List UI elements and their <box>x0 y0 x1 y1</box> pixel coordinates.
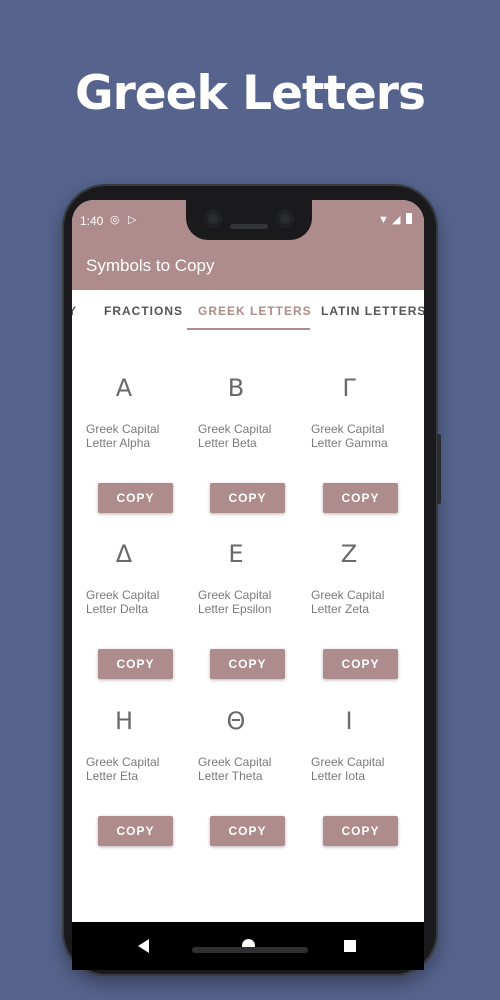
symbol-name-line2: Letter Epsilon <box>198 602 272 616</box>
symbol-glyph: Ζ <box>340 540 358 568</box>
symbol-name: Greek Capital Letter Zeta <box>311 588 411 616</box>
symbol-glyph: Δ <box>115 540 133 568</box>
wifi-icon: ▼ <box>378 214 389 226</box>
symbol-name-line1: Greek Capital <box>86 588 160 602</box>
symbol-glyph: Ι <box>345 707 353 735</box>
phone-power-button <box>437 434 441 504</box>
camera-notch <box>186 200 312 240</box>
symbol-name-line1: Greek Capital <box>311 755 385 769</box>
system-nav-bar <box>72 922 424 970</box>
front-camera-icon <box>204 210 222 228</box>
symbol-name-line1: Greek Capital <box>198 755 272 769</box>
symbol-name-line2: Letter Gamma <box>311 436 388 450</box>
earpiece-speaker <box>230 224 268 229</box>
symbol-card-beta: Β Greek Capital Letter Beta COPY <box>184 334 298 513</box>
symbol-card-delta: Δ Greek Capital Letter Delta COPY <box>72 500 186 679</box>
tab-bar: Y FRACTIONS GREEK LETTERS LATIN LETTERS <box>72 290 424 334</box>
symbol-name: Greek Capital Letter Theta <box>198 755 298 783</box>
symbol-name-line2: Letter Eta <box>86 769 139 783</box>
symbol-name: Greek Capital Letter Epsilon <box>198 588 298 616</box>
recents-icon[interactable] <box>344 940 356 952</box>
tab-previous[interactable]: Y <box>72 304 77 318</box>
symbol-card-epsilon: Ε Greek Capital Letter Epsilon COPY <box>184 500 298 679</box>
front-sensor-icon <box>276 210 294 228</box>
phone-screen: 1:40 ◎ ▷ ▼ ◢ Symbols to Copy Y FRACTIONS… <box>72 200 424 922</box>
symbol-name: Greek Capital Letter Delta <box>86 588 186 616</box>
symbol-name-line1: Greek Capital <box>311 422 385 436</box>
symbol-glyph: Γ <box>342 374 356 402</box>
bottom-speaker <box>192 947 308 953</box>
symbol-name-line1: Greek Capital <box>86 755 160 769</box>
symbol-name-line1: Greek Capital <box>198 422 272 436</box>
symbol-name-line1: Greek Capital <box>86 422 160 436</box>
symbol-name: Greek Capital Letter Eta <box>86 755 186 783</box>
symbol-name-line2: Letter Beta <box>198 436 257 450</box>
symbol-grid: Α Greek Capital Letter Alpha COPY Β Gree… <box>72 334 424 922</box>
copy-button[interactable]: COPY <box>98 816 173 846</box>
symbol-name-line2: Letter Zeta <box>311 602 370 616</box>
copy-button[interactable]: COPY <box>210 816 285 846</box>
symbol-card-eta: Η Greek Capital Letter Eta COPY <box>72 667 186 846</box>
battery-icon <box>406 213 412 224</box>
tab-fractions[interactable]: FRACTIONS <box>104 304 183 318</box>
symbol-card-theta: Θ Greek Capital Letter Theta COPY <box>184 667 298 846</box>
copy-button[interactable]: COPY <box>323 816 398 846</box>
symbol-name: Greek Capital Letter Iota <box>311 755 411 783</box>
symbol-glyph: Θ <box>226 707 246 735</box>
symbol-name: Greek Capital Letter Gamma <box>311 422 411 450</box>
tab-latin-letters[interactable]: LATIN LETTERS <box>321 304 424 318</box>
symbol-name-line1: Greek Capital <box>311 588 385 602</box>
symbol-name-line2: Letter Iota <box>311 769 366 783</box>
symbol-card-alpha: Α Greek Capital Letter Alpha COPY <box>72 334 186 513</box>
symbol-glyph: Ε <box>228 540 244 568</box>
cast-icon: ▷ <box>128 214 137 226</box>
symbol-card-gamma: Γ Greek Capital Letter Gamma COPY <box>297 334 411 513</box>
symbol-name-line2: Letter Alpha <box>86 436 151 450</box>
tab-indicator <box>187 328 310 330</box>
screen-record-icon: ◎ <box>110 214 120 226</box>
symbol-name-line2: Letter Theta <box>198 769 263 783</box>
tab-greek-letters[interactable]: GREEK LETTERS <box>198 304 312 318</box>
symbol-glyph: Α <box>115 374 133 402</box>
symbol-card-iota: Ι Greek Capital Letter Iota COPY <box>297 667 411 846</box>
symbol-glyph: Β <box>227 374 245 402</box>
symbol-name-line1: Greek Capital <box>198 588 272 602</box>
app-title: Symbols to Copy <box>86 256 215 275</box>
signal-icon: ◢ <box>392 214 401 226</box>
symbol-glyph: Η <box>114 707 134 735</box>
back-icon[interactable] <box>138 939 149 953</box>
app-bar: 1:40 ◎ ▷ ▼ ◢ Symbols to Copy <box>72 200 424 290</box>
phone-frame: 1:40 ◎ ▷ ▼ ◢ Symbols to Copy Y FRACTIONS… <box>62 184 441 976</box>
symbol-card-zeta: Ζ Greek Capital Letter Zeta COPY <box>297 500 411 679</box>
status-time: 1:40 <box>80 214 104 228</box>
symbol-name-line2: Letter Delta <box>86 602 149 616</box>
promo-title: Greek Letters <box>75 66 426 121</box>
symbol-name: Greek Capital Letter Beta <box>198 422 298 450</box>
symbol-name: Greek Capital Letter Alpha <box>86 422 186 450</box>
